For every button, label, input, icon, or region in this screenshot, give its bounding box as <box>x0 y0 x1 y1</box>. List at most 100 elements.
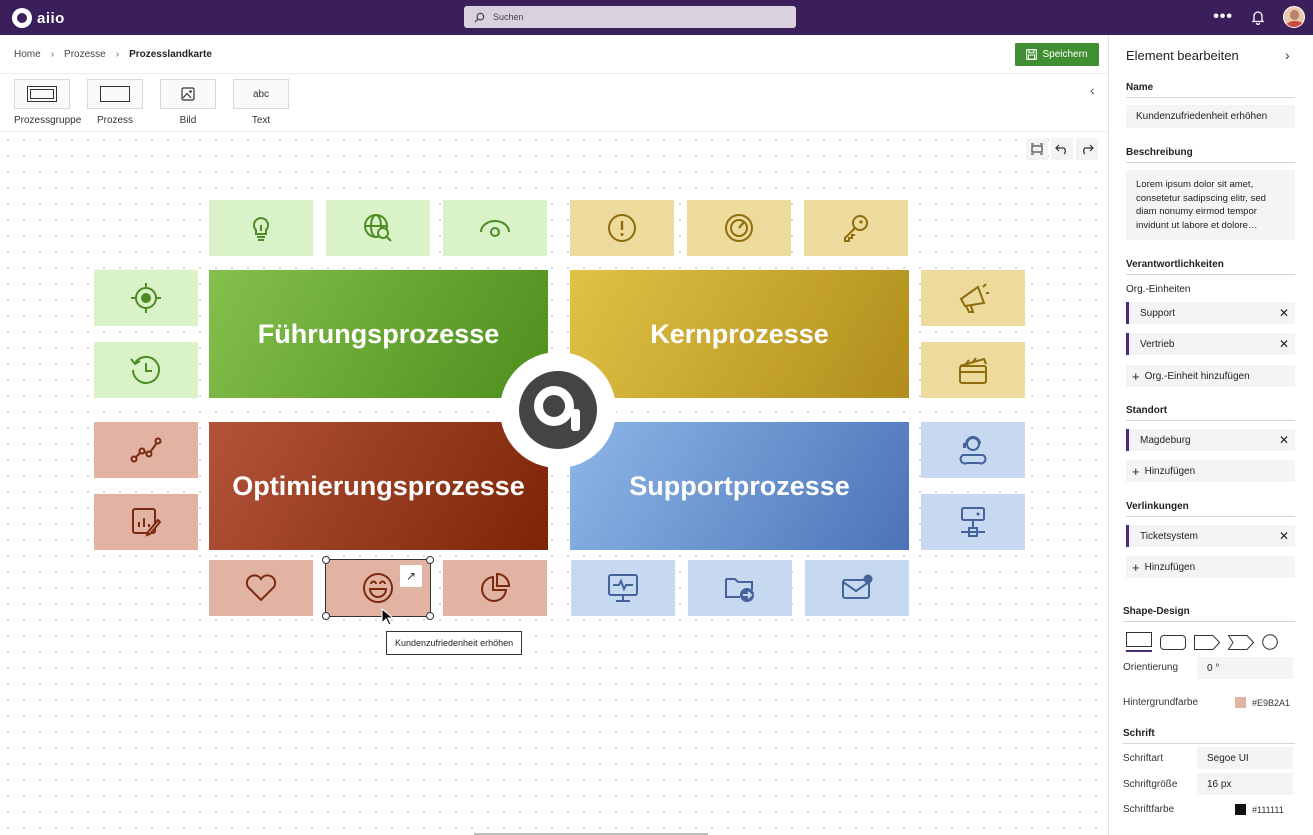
process-tile[interactable] <box>921 342 1025 398</box>
report-edit-icon <box>132 508 162 537</box>
user-avatar[interactable] <box>1283 6 1305 28</box>
section-shape-design: Shape-Design <box>1123 606 1295 622</box>
process-tile[interactable] <box>921 270 1025 326</box>
process-tile[interactable] <box>94 342 198 398</box>
search-icon <box>474 12 485 23</box>
process-tile[interactable] <box>94 270 198 326</box>
properties-panel: Element bearbeiten › Name Kundenzufriede… <box>1108 35 1313 835</box>
fit-view-icon[interactable] <box>1026 138 1048 160</box>
panel-title: Element bearbeiten <box>1126 48 1239 63</box>
process-group-supportprozesse[interactable]: Supportprozesse <box>570 422 909 550</box>
pentagon-arrow-shape-icon[interactable] <box>1194 634 1220 650</box>
add-location-button[interactable]: + Hinzufügen <box>1126 460 1295 482</box>
process-tile[interactable] <box>805 560 909 616</box>
add-org-unit-button[interactable]: + Org.-Einheit hinzufügen <box>1126 365 1295 387</box>
gauge-icon <box>725 214 753 242</box>
app-logo[interactable]: aiio <box>12 8 65 28</box>
chevron-right-icon: › <box>115 49 120 60</box>
process-tile[interactable] <box>209 200 313 256</box>
tooltip: Kundenzufriedenheit erhöhen <box>386 631 523 655</box>
search-placeholder: Suchen <box>493 12 524 22</box>
rounded-rectangle-shape-icon[interactable] <box>1160 634 1186 650</box>
resize-handle[interactable] <box>322 612 330 620</box>
font-size-field[interactable]: 16 px <box>1197 773 1293 795</box>
process-tile[interactable] <box>94 494 198 550</box>
breadcrumb-prozesse[interactable]: Prozesse <box>64 49 106 60</box>
process-tile[interactable] <box>443 560 547 616</box>
save-button[interactable]: Speichern <box>1015 43 1099 66</box>
org-unit-chip: Vertrieb ✕ <box>1126 333 1295 355</box>
process-tile[interactable] <box>443 200 547 256</box>
more-options-icon[interactable]: ••• <box>1213 9 1233 25</box>
resize-handle[interactable] <box>426 556 434 564</box>
section-responsibilities: Verantwortlichkeiten <box>1126 259 1295 275</box>
search-input[interactable]: Suchen <box>464 6 796 28</box>
process-tile[interactable] <box>804 200 908 256</box>
text-icon-glyph: abc <box>252 88 270 100</box>
add-label: Hinzufügen <box>1144 561 1196 573</box>
resize-handle[interactable] <box>426 612 434 620</box>
key-icon <box>844 215 868 242</box>
shape-rectangle-option[interactable] <box>1126 632 1152 652</box>
section-location: Standort <box>1126 405 1295 421</box>
palette-label: Bild <box>179 115 197 126</box>
remove-icon[interactable]: ✕ <box>1279 433 1289 447</box>
chip-label: Magdeburg <box>1140 434 1191 446</box>
shape-selector <box>1126 632 1278 652</box>
palette-item-bild[interactable]: Bild <box>160 79 216 126</box>
palette-item-prozess[interactable]: Prozess <box>87 79 143 126</box>
process-tile[interactable] <box>687 200 791 256</box>
process-tile[interactable] <box>94 422 198 478</box>
plus-icon: + <box>1132 368 1140 384</box>
open-external-icon[interactable]: ↗ <box>400 565 422 587</box>
palette-item-text[interactable]: abc Text <box>233 79 289 126</box>
heart-icon <box>245 574 277 602</box>
font-size-label: Schriftgröße <box>1123 779 1178 790</box>
resize-handle[interactable] <box>322 556 330 564</box>
process-tile[interactable] <box>921 494 1025 550</box>
chevron-shape-icon[interactable] <box>1228 634 1254 650</box>
add-label: Org.-Einheit hinzufügen <box>1144 370 1250 382</box>
process-map-canvas[interactable] <box>0 132 1108 835</box>
chevron-right-icon[interactable]: › <box>1285 47 1290 63</box>
remove-icon[interactable]: ✕ <box>1279 306 1289 320</box>
font-family-label: Schriftart <box>1123 753 1164 764</box>
process-tile[interactable] <box>688 560 792 616</box>
process-group-fuehrungsprozesse[interactable]: Führungsprozesse <box>209 270 548 398</box>
bg-color-picker[interactable]: #E9B2A1 <box>1235 697 1290 708</box>
remove-icon[interactable]: ✕ <box>1279 337 1289 351</box>
process-tile[interactable] <box>571 560 675 616</box>
name-field[interactable]: Kundenzufriedenheit erhöhen <box>1126 105 1295 128</box>
smile-icon <box>363 573 393 603</box>
process-tile[interactable] <box>209 560 313 616</box>
circle-shape-icon[interactable] <box>1262 634 1278 650</box>
section-links: Verlinkungen <box>1126 501 1295 517</box>
bell-icon[interactable] <box>1251 10 1265 25</box>
undo-icon[interactable] <box>1051 138 1073 160</box>
orientation-field[interactable]: 0 ° <box>1197 657 1293 679</box>
remove-icon[interactable]: ✕ <box>1279 529 1289 543</box>
description-field[interactable]: Lorem ipsum dolor sit amet, consetetur s… <box>1126 170 1295 240</box>
alert-icon <box>608 214 636 242</box>
top-bar: aiio Suchen ••• <box>0 0 1313 35</box>
palette-item-prozessgruppe[interactable]: Prozessgruppe <box>14 79 82 126</box>
add-link-button[interactable]: + Hinzufügen <box>1126 556 1295 578</box>
target-icon <box>131 283 161 313</box>
text-icon: abc <box>233 79 289 109</box>
font-family-field[interactable]: Segoe UI <box>1197 747 1293 769</box>
section-font: Schrift <box>1123 728 1295 744</box>
process-group-kernprozesse[interactable]: Kernprozesse <box>570 270 909 398</box>
image-icon <box>160 79 216 109</box>
aiio-logo-icon <box>12 8 32 28</box>
process-tile[interactable] <box>921 422 1025 478</box>
process-tile[interactable] <box>570 200 674 256</box>
process-tile[interactable] <box>326 200 430 256</box>
palette-label: Prozessgruppe <box>14 115 82 126</box>
rectangle-shape-icon <box>1126 632 1152 647</box>
redo-icon[interactable] <box>1076 138 1098 160</box>
breadcrumb-home[interactable]: Home <box>14 49 41 60</box>
collapse-chevron-left-icon[interactable]: ‹ <box>1090 82 1095 98</box>
process-group-optimierungsprozesse[interactable]: Optimierungsprozesse <box>209 422 548 550</box>
process-icon <box>87 79 143 109</box>
font-color-picker[interactable]: #111111 <box>1235 804 1284 815</box>
